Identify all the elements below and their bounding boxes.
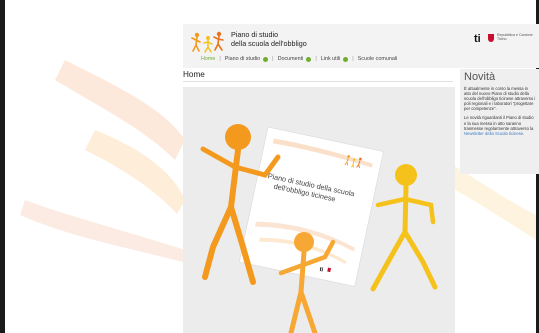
nav-item-label: Link utili bbox=[320, 56, 341, 62]
news-paragraph: È attualmente in corso la messa in atto … bbox=[464, 86, 536, 112]
main-nav: Home | Piano di studio | Documenti | Lin… bbox=[201, 56, 397, 62]
nav-item-home[interactable]: Home bbox=[201, 56, 215, 62]
submenu-dot-icon bbox=[306, 56, 312, 62]
hero-illustration: Piano di studio della scuola dell'obblig… bbox=[183, 87, 455, 333]
nav-separator: | bbox=[272, 56, 274, 62]
hero-figures-illustration: Piano di studio della scuola dell'obblig… bbox=[200, 124, 438, 333]
news-paragraph: Le novità riguardanti il Piano di studio… bbox=[464, 115, 536, 135]
figure-right-icon bbox=[370, 164, 438, 292]
news-paragraph-text: Le novità riguardanti il Piano di studio… bbox=[464, 115, 534, 131]
nav-item-scuole-comunali[interactable]: Scuole comunali bbox=[358, 56, 398, 62]
nav-separator: | bbox=[219, 56, 221, 62]
newsletter-link[interactable]: Newsletter della Scuola ticinese bbox=[464, 131, 523, 136]
nav-item-label: Piano di studio bbox=[224, 56, 261, 62]
news-body: È attualmente in corso la messa in atto … bbox=[464, 86, 536, 140]
canton-shield-icon bbox=[488, 34, 494, 42]
news-title: Novità bbox=[464, 71, 496, 83]
nav-item-documenti[interactable]: Documenti bbox=[278, 56, 312, 62]
title-divider bbox=[183, 81, 453, 82]
submenu-dot-icon bbox=[343, 56, 349, 62]
news-sidebar: Novità È attualmente in corso la messa i… bbox=[460, 69, 539, 174]
site-title-line2: della scuola dell'obbligo bbox=[231, 39, 307, 48]
site-title-line1: Piano di studio bbox=[231, 30, 279, 39]
nav-item-link-utili[interactable]: Link utili bbox=[320, 56, 349, 62]
page-container: Piano di studio della scuola dell'obblig… bbox=[183, 24, 539, 333]
nav-separator: | bbox=[352, 56, 354, 62]
logo-figures-icon[interactable] bbox=[191, 30, 227, 56]
canton-label: Repubblica e Cantone Ticino bbox=[497, 33, 533, 42]
nav-item-label: Documenti bbox=[277, 56, 304, 62]
news-paragraph-end: . bbox=[523, 130, 525, 136]
site-header: Piano di studio della scuola dell'obblig… bbox=[183, 24, 539, 68]
nav-separator: | bbox=[315, 56, 317, 62]
site-title[interactable]: Piano di studio della scuola dell'obblig… bbox=[231, 30, 307, 48]
canton-logo[interactable]: ti bbox=[474, 33, 481, 45]
submenu-dot-icon bbox=[263, 56, 269, 62]
page-title: Home bbox=[183, 70, 205, 79]
nav-item-piano-di-studio[interactable]: Piano di studio bbox=[224, 56, 269, 62]
